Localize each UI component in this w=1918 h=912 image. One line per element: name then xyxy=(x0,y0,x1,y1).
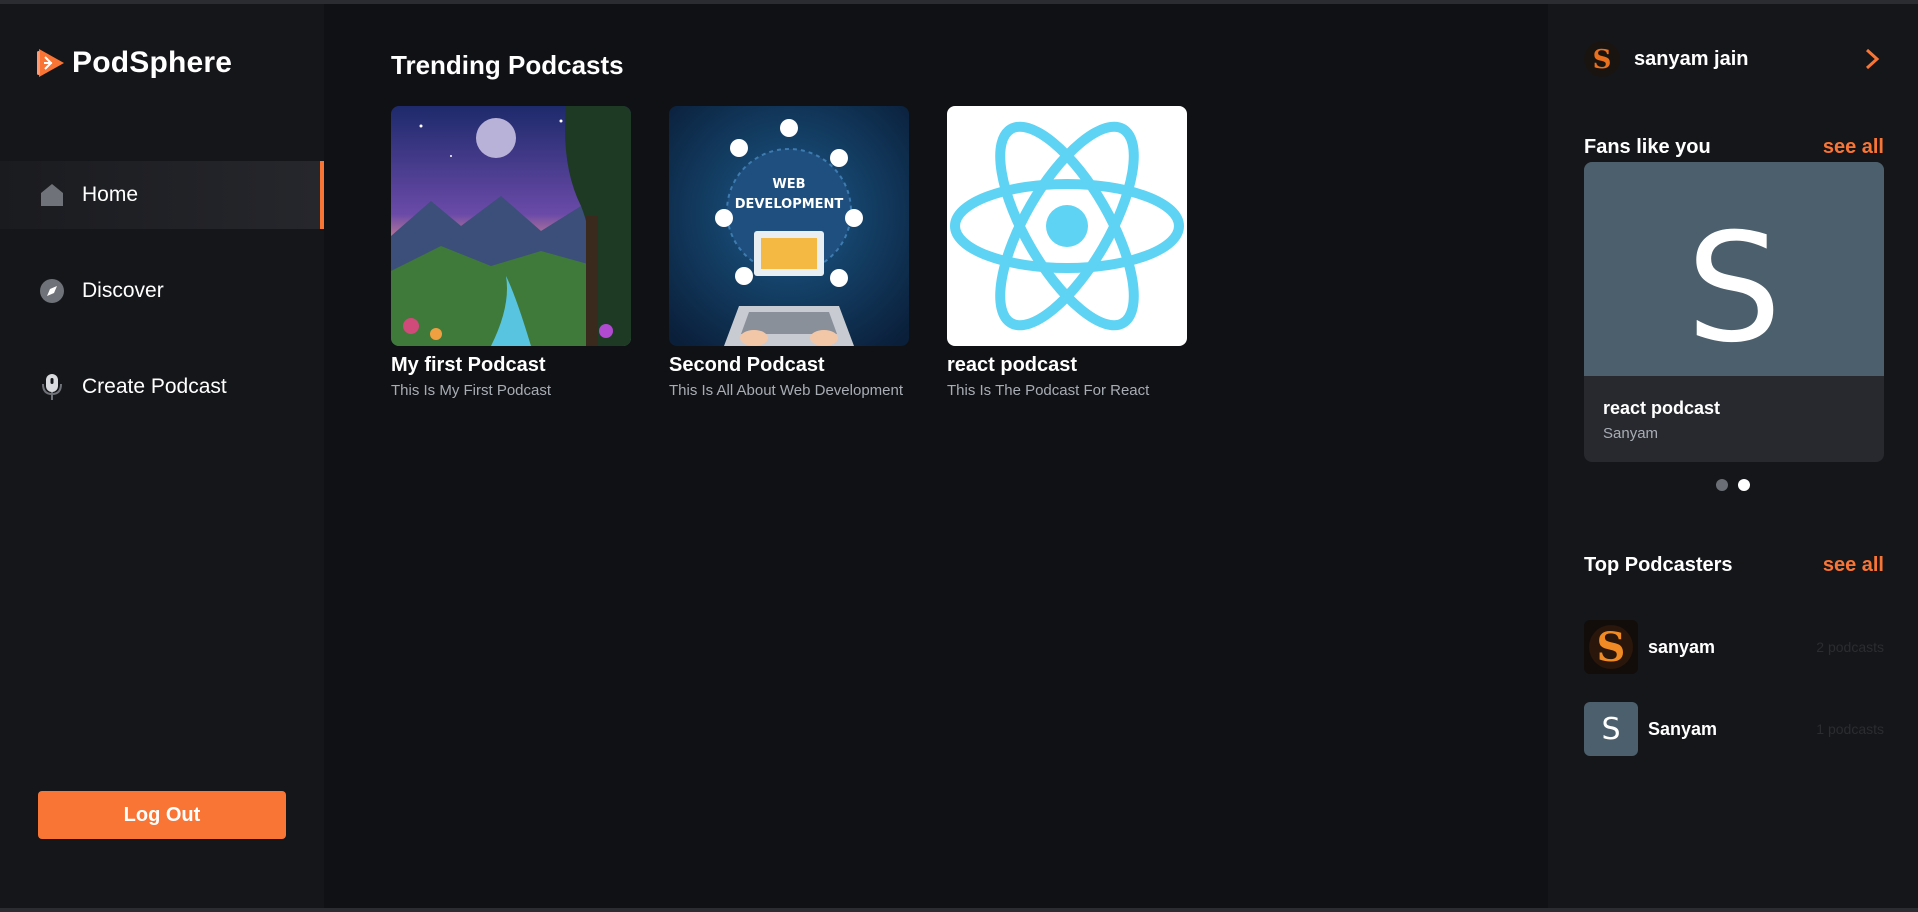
sidebar-item-discover[interactable]: Discover xyxy=(0,257,324,325)
svg-text:S: S xyxy=(1597,624,1626,671)
fantasy-landscape-image xyxy=(391,106,631,346)
sidebar-item-label: Discover xyxy=(82,279,164,302)
home-icon xyxy=(38,181,66,209)
logo-icon xyxy=(37,49,64,77)
podcast-count: 1 podcasts xyxy=(1816,721,1884,737)
web-development-cover-line1: WEB xyxy=(772,177,805,192)
podcaster-name: sanyam xyxy=(1648,636,1716,657)
microphone-icon xyxy=(38,373,66,401)
podcast-description: This Is The Podcast For React xyxy=(947,382,1150,399)
podcast-title: react podcast xyxy=(947,354,1078,376)
podcast-title: My first Podcast xyxy=(391,354,546,376)
podcast-title: Second Podcast xyxy=(669,354,825,376)
podcast-card[interactable]: WEB DEVELOPMENT Second Podcast This Is A… xyxy=(669,106,909,400)
podcast-author: Sanyam xyxy=(1603,425,1659,442)
sidebar-item-home[interactable]: Home xyxy=(0,161,324,229)
podcast-description: This Is All About Web Development xyxy=(669,382,904,399)
section-title: Trending Podcasts xyxy=(391,50,624,80)
user-profile[interactable]: S sanyam jain xyxy=(1584,40,1884,78)
avatar: S xyxy=(1584,620,1638,674)
main-content: Trending Podcasts My first Podcast This … xyxy=(324,4,1548,908)
svg-text:S: S xyxy=(1593,45,1612,75)
sidebar-item-create-podcast[interactable]: Create Podcast xyxy=(0,353,324,421)
carousel-dot-active[interactable] xyxy=(1738,479,1750,491)
podcaster-row[interactable]: S sanyam 2 podcasts xyxy=(1584,620,1884,674)
user-name: sanyam jain xyxy=(1634,47,1749,70)
avatar: S xyxy=(1584,702,1638,756)
sidebar-item-label: Create Podcast xyxy=(82,375,227,398)
top-podcasters-heading: Top Podcasters xyxy=(1584,554,1733,576)
logout-button[interactable]: Log Out xyxy=(38,791,286,839)
podcast-title: react podcast xyxy=(1603,398,1721,418)
window-bottom-border xyxy=(0,908,1918,912)
web-development-cover-line2: DEVELOPMENT xyxy=(735,197,844,212)
left-sidebar: PodSphere Home Discover Create Podcast L… xyxy=(0,4,324,908)
podcast-cover: S xyxy=(1584,162,1884,376)
podcaster-row[interactable]: S Sanyam 1 podcasts xyxy=(1584,702,1884,756)
carousel-dots xyxy=(1716,479,1750,491)
podcast-description: This Is My First Podcast xyxy=(391,382,552,399)
react-logo-image xyxy=(947,106,1187,346)
app-logo[interactable]: PodSphere xyxy=(36,46,232,80)
fans-heading: Fans like you xyxy=(1584,136,1711,158)
cover-letter: S xyxy=(1686,202,1782,376)
podcast-grid: My first Podcast This Is My First Podcas… xyxy=(391,106,1187,400)
podcast-count: 2 podcasts xyxy=(1816,639,1884,655)
sidebar-item-label: Home xyxy=(82,183,139,206)
top-podcasters-see-all-link[interactable]: see all xyxy=(1823,554,1884,577)
podcast-card[interactable]: react podcast This Is The Podcast For Re… xyxy=(947,106,1187,400)
podcaster-name: Sanyam xyxy=(1648,718,1718,739)
carousel-dot[interactable] xyxy=(1716,479,1728,491)
app-name: PodSphere xyxy=(72,46,233,79)
avatar: S xyxy=(1584,41,1620,77)
web-development-image: WEB DEVELOPMENT xyxy=(669,106,909,346)
right-sidebar: S sanyam jain Fans like you see all S re… xyxy=(1548,4,1918,908)
chevron-right-icon[interactable] xyxy=(1860,46,1884,72)
fan-podcast-card[interactable]: S react podcast Sanyam xyxy=(1584,162,1884,462)
podcast-card[interactable]: My first Podcast This Is My First Podcas… xyxy=(391,106,631,400)
compass-icon xyxy=(38,277,66,305)
fans-see-all-link[interactable]: see all xyxy=(1823,136,1884,159)
